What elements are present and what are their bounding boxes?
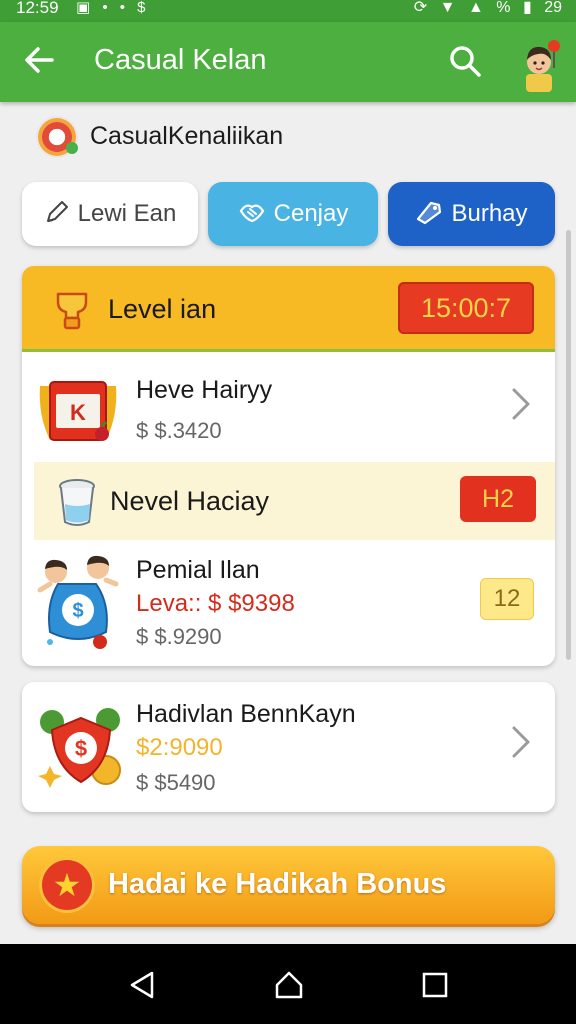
page-title: Casual Kelan xyxy=(94,44,267,76)
status-time: 12:59 xyxy=(16,0,59,17)
tab-burhay[interactable]: Burhay xyxy=(388,182,555,246)
status-bar: 12:59 ▣ • • $ ⟳ ▼ ▲ % ▮ 29 xyxy=(0,0,576,22)
cup-icon xyxy=(59,479,95,526)
section-badge: H2 xyxy=(460,476,536,522)
nav-home-icon[interactable] xyxy=(272,968,306,1002)
tab-label: Cenjay xyxy=(273,200,349,227)
trophy-icon xyxy=(56,292,88,330)
app-bar: Casual Kelan xyxy=(0,22,576,102)
notification-icons: ▣ • • $ xyxy=(76,0,150,16)
handshake-icon xyxy=(238,182,266,246)
avatar[interactable] xyxy=(516,36,566,92)
system-nav-bar xyxy=(0,944,576,1024)
percent-label: % xyxy=(496,0,511,16)
avatar-icon xyxy=(526,40,560,92)
list-item[interactable]: $ Pemial Ilan Leva:: $ $9398 $ $.9290 12 xyxy=(22,540,555,666)
pencil-icon xyxy=(44,182,70,246)
tag-icon xyxy=(415,182,443,246)
nav-recents-icon[interactable] xyxy=(418,968,452,1002)
search-button[interactable] xyxy=(448,44,484,80)
app-logo-icon xyxy=(38,118,78,156)
back-button[interactable] xyxy=(22,40,58,80)
signal-icon: ▲ xyxy=(467,0,484,16)
wifi-icon: ▼ xyxy=(439,0,456,16)
tab-lewi-ean[interactable]: Lewi Ean xyxy=(22,182,198,246)
chevron-right-icon[interactable] xyxy=(509,384,533,431)
quantity-badge[interactable]: 12 xyxy=(480,578,534,620)
countdown-timer: 15:00:7 xyxy=(398,282,534,334)
svg-text:K: K xyxy=(70,400,86,425)
svg-text:$: $ xyxy=(72,600,83,622)
level-title: Level ian xyxy=(108,294,217,324)
scrollbar[interactable] xyxy=(566,230,571,660)
tab-cenjay[interactable]: Cenjay xyxy=(208,182,378,246)
sync-icon: ⟳ xyxy=(413,0,428,16)
star-icon: ★ xyxy=(42,860,92,910)
bonus-label: Hadai ke Hadikah Bonus xyxy=(108,868,447,900)
item-promo-price: Leva:: $ $9398 xyxy=(136,590,295,617)
item-price: $ $5490 xyxy=(136,770,216,795)
tab-label: Lewi Ean xyxy=(77,200,177,227)
battery-icon: ▮ xyxy=(522,0,532,16)
list-item[interactable]: K Heve Hairyy $ $.3420 xyxy=(22,354,555,462)
level-card: Level ian 15:00:7 K Heve Hairyy $ $.3420… xyxy=(22,266,555,666)
search-icon xyxy=(450,46,481,77)
section-header: Nevel Haciay H2 xyxy=(34,462,555,540)
item-name: Heve Hairyy xyxy=(136,376,273,404)
status-right: ⟳ ▼ ▲ % ▮ 29 xyxy=(406,0,562,16)
item-name: Pemial Ilan xyxy=(136,556,260,584)
nav-back-icon[interactable] xyxy=(126,968,160,1002)
svg-text:$: $ xyxy=(75,736,87,761)
coin-shield-icon: $ xyxy=(38,708,121,788)
money-bag-icon: $ xyxy=(37,555,119,649)
section-title: Nevel Haciay xyxy=(110,486,270,516)
level-card-header: Level ian 15:00:7 xyxy=(22,266,555,352)
arrow-left-icon xyxy=(25,47,54,73)
item-promo-price: $2:9090 xyxy=(136,734,223,761)
battery-level: 29 xyxy=(544,0,562,16)
item-price: $ $.9290 xyxy=(136,624,222,649)
bonus-button[interactable]: ★ Hadai ke Hadikah Bonus xyxy=(22,846,555,924)
app-name: CasualKenaliikan xyxy=(90,122,284,150)
chevron-right-icon[interactable] xyxy=(509,722,533,769)
item-price: $ $.3420 xyxy=(136,418,222,443)
item-name: Hadivlan BennKayn xyxy=(136,700,356,728)
gift-box-icon: K xyxy=(39,381,117,441)
tab-label: Burhay xyxy=(451,200,528,227)
reward-card[interactable]: $ Hadivlan BennKayn $2:9090 $ $5490 xyxy=(22,682,555,812)
